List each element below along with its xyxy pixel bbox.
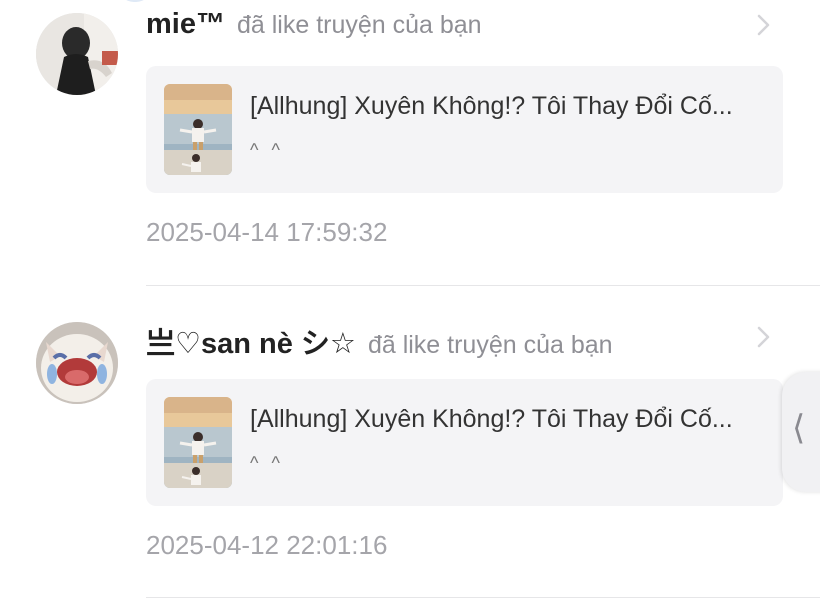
story-thumbnail <box>164 84 232 175</box>
timestamp: 2025-04-12 22:01:16 <box>146 530 388 560</box>
avatar[interactable] <box>36 13 118 95</box>
action-text: đã like truyện của bạn <box>367 331 613 359</box>
divider <box>146 285 820 286</box>
avatar[interactable] <box>36 322 118 404</box>
story-card[interactable]: [Allhung] Xuyên Không!? Tôi Thay Đổi Cố.… <box>146 379 783 506</box>
story-subtitle: ^ ^ <box>250 140 284 160</box>
story-subtitle: ^ ^ <box>250 453 284 473</box>
chevron-right-icon[interactable] <box>755 325 773 349</box>
avatar-image <box>36 13 118 95</box>
story-title: [Allhung] Xuyên Không!? Tôi Thay Đổi Cố.… <box>250 92 733 120</box>
username[interactable]: mie™ <box>146 8 225 41</box>
timestamp: 2025-04-14 17:59:32 <box>146 217 388 247</box>
story-title: [Allhung] Xuyên Không!? Tôi Thay Đổi Cố.… <box>250 405 733 433</box>
chevron-left-icon: ⟨ <box>792 409 806 447</box>
avatar-image <box>36 322 118 404</box>
story-thumbnail <box>164 397 232 488</box>
top-indicator <box>118 0 152 2</box>
chevron-right-icon[interactable] <box>755 13 773 37</box>
action-text: đã like truyện của bạn <box>236 11 482 39</box>
side-panel-handle[interactable]: ⟨ <box>782 372 820 492</box>
username[interactable]: 亗♡san nè シ☆ <box>146 320 356 362</box>
story-card[interactable]: [Allhung] Xuyên Không!? Tôi Thay Đổi Cố.… <box>146 66 783 193</box>
divider <box>146 597 820 598</box>
